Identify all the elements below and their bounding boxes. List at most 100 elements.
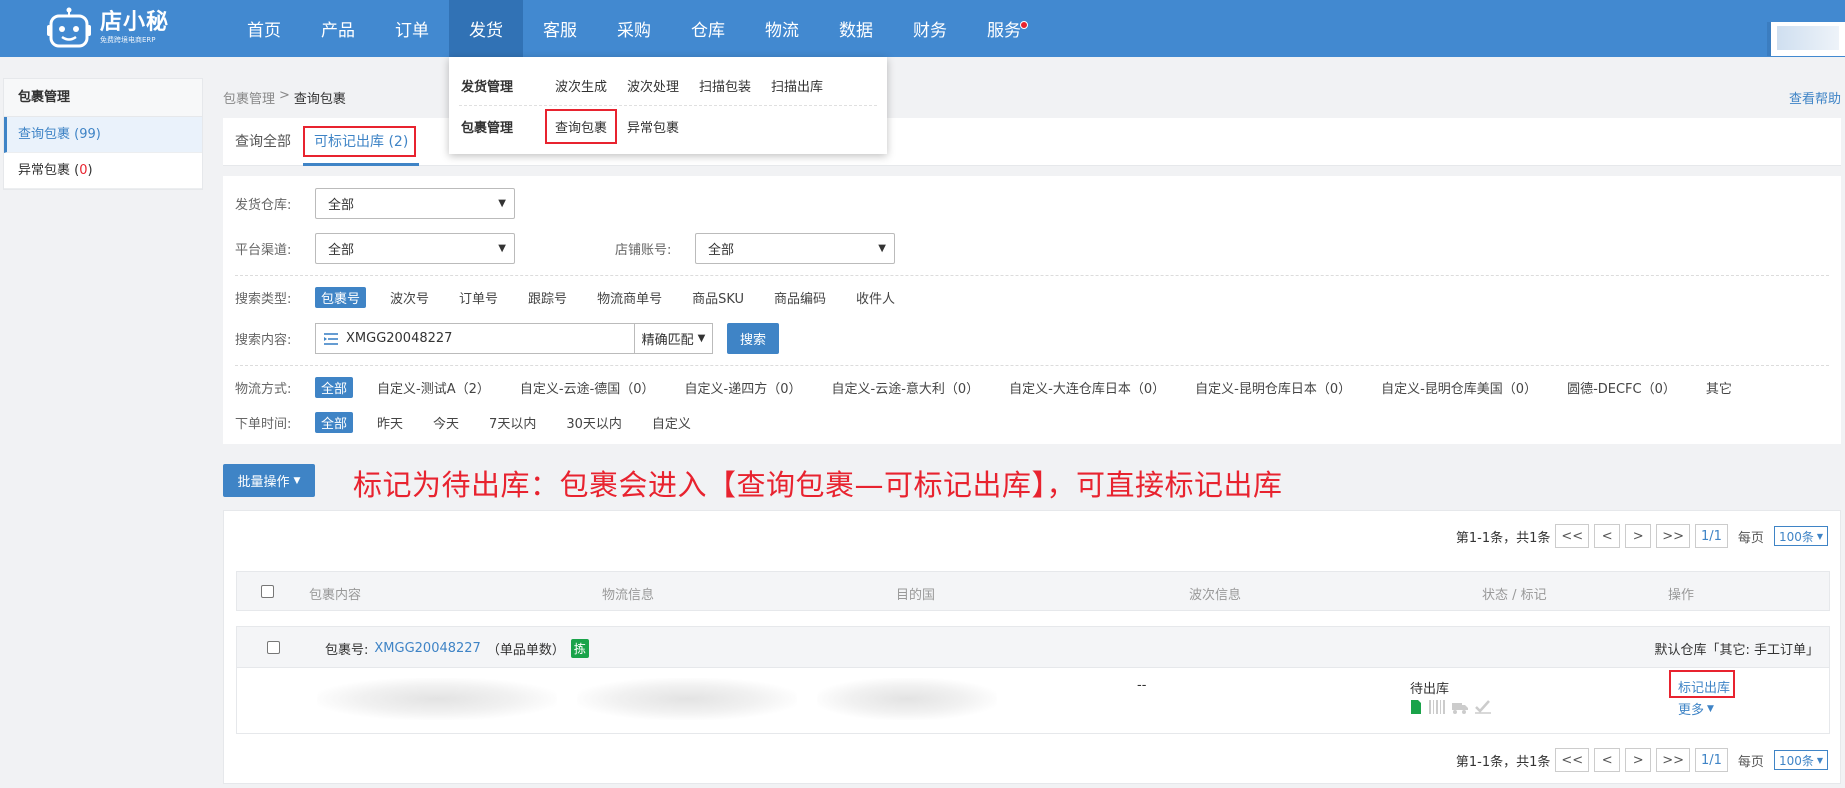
batch-operations-button[interactable]: 批量操作 ▼ — [223, 464, 315, 497]
notification-dot — [1020, 21, 1028, 29]
logistics-option[interactable]: 全部 — [315, 377, 354, 398]
chevron-down-icon: ▼ — [1816, 755, 1823, 765]
pager-prev[interactable]: < — [1594, 748, 1621, 772]
shop-select[interactable]: 全部 ▼ — [695, 233, 895, 264]
platform-select[interactable]: 全部 ▼ — [315, 233, 515, 264]
highlight-box — [1669, 670, 1735, 698]
nav-purchase[interactable]: 采购 — [597, 0, 671, 57]
search-type-carrier-no[interactable]: 物流商单号 — [591, 287, 668, 308]
pager-first[interactable]: << — [1555, 748, 1590, 772]
pager-last[interactable]: >> — [1656, 524, 1690, 548]
order-time-option[interactable]: 全部 — [315, 412, 354, 433]
search-type-product-code[interactable]: 商品编码 — [768, 287, 832, 308]
logistics-option[interactable]: 自定义-云途-德国（0） — [514, 377, 661, 398]
package-checkbox[interactable] — [267, 641, 280, 654]
search-button[interactable]: 搜索 — [727, 323, 779, 354]
dropdown-link-abnormal-package[interactable]: 异常包裹 — [627, 117, 679, 136]
filter-label: 搜索内容: — [235, 333, 292, 348]
breadcrumb-parent[interactable]: 包裹管理 — [223, 88, 275, 107]
select-all-checkbox[interactable] — [261, 585, 274, 598]
nav-customer-service[interactable]: 客服 — [523, 0, 597, 57]
nav-data[interactable]: 数据 — [819, 0, 893, 57]
dropdown-group-label: 包裹管理 — [461, 121, 514, 136]
logo[interactable]: 店小秘 免费跨境电商ERP — [46, 6, 169, 50]
order-time-option[interactable]: 7天以内 — [483, 412, 542, 433]
robot-logo-icon — [46, 7, 92, 49]
chevron-down-icon: ▼ — [293, 475, 301, 486]
nav-logistics[interactable]: 物流 — [745, 0, 819, 57]
more-actions-button[interactable]: 更多 ▼ — [1678, 699, 1714, 718]
logistics-option[interactable]: 自定义-测试A（2） — [371, 377, 496, 398]
search-input-value: XMGG20048227 — [346, 331, 453, 346]
order-time-option[interactable]: 自定义 — [646, 412, 697, 433]
tab-query-all[interactable]: 查询全部 — [235, 118, 291, 166]
blurred-destination — [817, 678, 997, 720]
barcode-icon[interactable] — [1429, 700, 1445, 714]
match-mode-select[interactable]: 精确匹配 ▼ — [635, 323, 713, 354]
logistics-option[interactable]: 其它 — [1700, 377, 1738, 398]
package-unit-note: （单品单数） — [486, 643, 565, 658]
nav-services[interactable]: 服务 — [967, 0, 1041, 57]
logistics-option[interactable]: 自定义-昆明仓库美国（0） — [1375, 377, 1543, 398]
column-header: 状态 / 标记 — [1482, 588, 1547, 603]
logistics-option[interactable]: 自定义-云途-意大利（0） — [826, 377, 986, 398]
chevron-down-icon: ▼ — [878, 243, 886, 254]
sidebar-item-abnormal-package[interactable]: 异常包裹 (0) — [4, 153, 202, 189]
order-time-option[interactable]: 今天 — [427, 412, 465, 433]
search-input[interactable]: XMGG20048227 — [315, 323, 635, 354]
dropdown-link-scan-out[interactable]: 扫描出库 — [771, 76, 823, 95]
filter-platform-row: 平台渠道: 全部 ▼ 店铺账号: 全部 ▼ — [235, 233, 895, 264]
per-page-select[interactable]: 100条 ▼ — [1773, 526, 1828, 546]
nav-home[interactable]: 首页 — [227, 0, 301, 57]
dropdown-divider — [459, 105, 877, 106]
nav-warehouse[interactable]: 仓库 — [671, 0, 745, 57]
pager-page[interactable]: 1/1 — [1695, 748, 1728, 772]
pager-page[interactable]: 1/1 — [1695, 524, 1728, 548]
search-type-recipient[interactable]: 收件人 — [850, 287, 901, 308]
nav-orders[interactable]: 订单 — [375, 0, 449, 57]
sidebar-item-label: 异常包裹 ( — [18, 163, 80, 178]
order-time-option[interactable]: 30天以内 — [560, 412, 628, 433]
user-account-box[interactable] — [1767, 22, 1845, 56]
filter-search-content-row: 搜索内容: XMGG20048227 精确匹配 ▼ 搜索 — [235, 323, 779, 354]
pager-summary: 第1-1条，共1条 — [1455, 754, 1551, 770]
sidebar-item-label-suffix: ) — [87, 163, 93, 178]
pager-next[interactable]: > — [1625, 524, 1652, 548]
abnormal-count: 0 — [79, 163, 88, 178]
truck-icon[interactable] — [1452, 700, 1468, 714]
highlight-box — [303, 126, 416, 157]
per-page-select[interactable]: 100条 ▼ — [1773, 750, 1828, 770]
search-type-package-no[interactable]: 包裹号 — [315, 287, 367, 308]
pagination-bottom: 第1-1条，共1条 << < > >> 1/1 每页 100条 ▼ — [1456, 748, 1828, 772]
pager-prev[interactable]: < — [1594, 524, 1621, 548]
blurred-product-info — [317, 678, 557, 720]
logistics-option[interactable]: 自定义-大连仓库日本（0） — [1003, 377, 1171, 398]
package-number-link[interactable]: XMGG20048227 — [374, 641, 480, 656]
help-link[interactable]: 查看帮助 — [1789, 88, 1841, 107]
column-header: 物流信息 — [602, 588, 655, 603]
logistics-option[interactable]: 自定义-昆明仓库日本（0） — [1189, 377, 1357, 398]
search-type-wave-no[interactable]: 波次号 — [384, 287, 435, 308]
logistics-option[interactable]: 自定义-递四方（0） — [679, 377, 808, 398]
search-type-order-no[interactable]: 订单号 — [453, 287, 504, 308]
pager-last[interactable]: >> — [1656, 748, 1690, 772]
dropdown-link-scan-pack[interactable]: 扫描包装 — [699, 76, 751, 95]
per-page-label: 每页 — [1732, 524, 1769, 548]
search-type-tracking-no[interactable]: 跟踪号 — [522, 287, 573, 308]
dropdown-link-wave-generate[interactable]: 波次生成 — [555, 76, 607, 95]
pager-next[interactable]: > — [1625, 748, 1652, 772]
nav-shipping[interactable]: 发货 — [449, 0, 523, 57]
warehouse-select[interactable]: 全部 ▼ — [315, 188, 515, 219]
document-icon[interactable] — [1410, 700, 1422, 714]
filter-order-time-row: 下单时间: 全部 昨天 今天 7天以内 30天以内 自定义 — [235, 412, 715, 433]
nav-finance[interactable]: 财务 — [893, 0, 967, 57]
sidebar-item-query-package[interactable]: 查询包裹 (99) — [4, 117, 202, 153]
check-icon[interactable] — [1475, 700, 1491, 714]
search-type-sku[interactable]: 商品SKU — [686, 287, 750, 308]
nav-products[interactable]: 产品 — [301, 0, 375, 57]
dropdown-link-wave-process[interactable]: 波次处理 — [627, 76, 679, 95]
order-time-option[interactable]: 昨天 — [371, 412, 409, 433]
warehouse-note: 默认仓库「其它: 手工订单」 — [1654, 643, 1819, 658]
logistics-option[interactable]: 圆德-DECFC（0） — [1561, 377, 1682, 398]
pager-first[interactable]: << — [1555, 524, 1590, 548]
